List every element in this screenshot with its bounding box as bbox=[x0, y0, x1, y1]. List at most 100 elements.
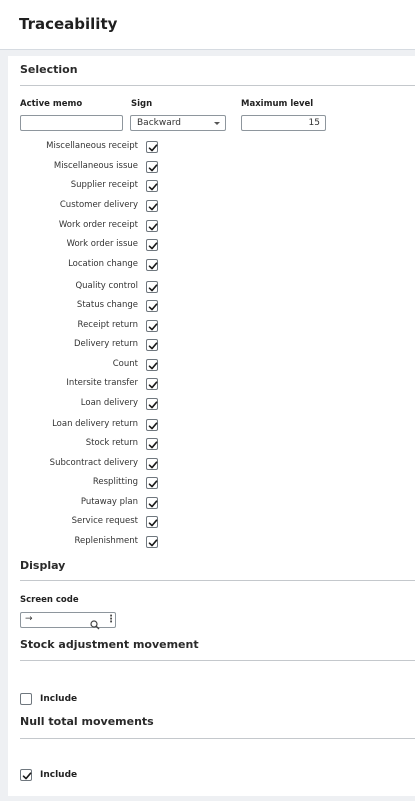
checkmark-icon bbox=[148, 164, 158, 172]
sign-label: Sign bbox=[131, 99, 153, 109]
checkmark-icon bbox=[148, 381, 158, 389]
checkbox-miscellaneous-receipt[interactable] bbox=[146, 141, 158, 153]
stock-adjustment-include-checkbox[interactable] bbox=[20, 693, 32, 705]
checkbox-label: Work order receipt bbox=[58, 220, 138, 230]
checkbox-loan-delivery-return[interactable] bbox=[146, 419, 158, 431]
checkbox-label: Supplier receipt bbox=[70, 180, 138, 190]
checkbox-row-count[interactable]: Count bbox=[8, 358, 158, 372]
checkbox-label: Customer delivery bbox=[59, 200, 138, 210]
stock-adjustment-include[interactable]: Include bbox=[20, 693, 140, 707]
checkbox-row-customer-delivery[interactable]: Customer delivery bbox=[8, 199, 158, 213]
checkbox-subcontract-delivery[interactable] bbox=[146, 458, 158, 470]
checkbox-resplitting[interactable] bbox=[146, 477, 158, 489]
checkbox-row-stock-return[interactable]: Stock return bbox=[8, 437, 158, 451]
checkbox-label: Receipt return bbox=[77, 320, 138, 330]
checkbox-label: Intersite transfer bbox=[66, 378, 138, 388]
checkbox-label: Replenishment bbox=[74, 536, 138, 546]
checkbox-service-request[interactable] bbox=[146, 516, 158, 528]
screen-code-label: Screen code bbox=[20, 595, 79, 605]
checkbox-row-work-order-issue[interactable]: Work order issue bbox=[8, 238, 158, 252]
display-section-title: Display bbox=[20, 559, 66, 572]
selection-divider bbox=[20, 85, 415, 86]
checkbox-quality-control[interactable] bbox=[146, 281, 158, 293]
checkbox-intersite-transfer[interactable] bbox=[146, 378, 158, 390]
checkmark-icon bbox=[148, 262, 158, 270]
checkbox-row-supplier-receipt[interactable]: Supplier receipt bbox=[8, 179, 158, 193]
null-total-divider bbox=[20, 738, 415, 739]
checkbox-row-loan-delivery-return[interactable]: Loan delivery return bbox=[8, 418, 158, 432]
chevron-down-icon bbox=[214, 122, 220, 125]
checkbox-customer-delivery[interactable] bbox=[146, 200, 158, 212]
checkbox-status-change[interactable] bbox=[146, 300, 158, 312]
checkmark-icon bbox=[148, 303, 158, 311]
active-memo-label: Active memo bbox=[20, 99, 83, 109]
checkbox-row-replenishment[interactable]: Replenishment bbox=[8, 535, 158, 549]
checkbox-delivery-return[interactable] bbox=[146, 339, 158, 351]
checkbox-receipt-return[interactable] bbox=[146, 320, 158, 332]
display-divider bbox=[20, 580, 415, 581]
checkbox-row-loan-delivery[interactable]: Loan delivery bbox=[8, 397, 158, 411]
checkmark-icon bbox=[148, 422, 158, 430]
checkbox-row-delivery-return[interactable]: Delivery return bbox=[8, 338, 158, 352]
null-total-include-checkbox[interactable] bbox=[20, 769, 32, 781]
checkbox-label: Quality control bbox=[75, 281, 138, 291]
checkbox-loan-delivery[interactable] bbox=[146, 398, 158, 410]
checkbox-row-miscellaneous-receipt[interactable]: Miscellaneous receipt bbox=[8, 140, 158, 154]
checkmark-icon bbox=[148, 144, 158, 152]
search-icon[interactable] bbox=[90, 615, 100, 634]
checkbox-putaway-plan[interactable] bbox=[146, 497, 158, 509]
checkbox-label: Delivery return bbox=[74, 339, 138, 349]
checkbox-label: Service request bbox=[71, 516, 138, 526]
checkbox-work-order-receipt[interactable] bbox=[146, 220, 158, 232]
maximum-level-label: Maximum level bbox=[241, 99, 314, 109]
checkbox-stock-return[interactable] bbox=[146, 438, 158, 450]
page-title: Traceability bbox=[19, 15, 118, 33]
checkmark-icon bbox=[148, 223, 158, 231]
checkmark-icon bbox=[148, 203, 158, 211]
checkbox-label: Resplitting bbox=[92, 477, 138, 487]
screen-code-input[interactable]: → ⋮ bbox=[20, 612, 116, 630]
checkbox-replenishment[interactable] bbox=[146, 536, 158, 548]
checkmark-icon bbox=[148, 342, 158, 350]
checkbox-row-service-request[interactable]: Service request bbox=[8, 515, 158, 529]
checkbox-label: Loan delivery bbox=[80, 398, 138, 408]
stock-adjustment-include-label: Include bbox=[40, 694, 78, 704]
checkbox-row-subcontract-delivery[interactable]: Subcontract delivery bbox=[8, 457, 158, 471]
page-header: Traceability bbox=[0, 0, 415, 50]
maximum-level-input[interactable]: 15 bbox=[241, 115, 326, 131]
checkbox-row-work-order-receipt[interactable]: Work order receipt bbox=[8, 219, 158, 233]
active-memo-input[interactable] bbox=[20, 115, 123, 131]
checkbox-label: Status change bbox=[76, 300, 138, 310]
checkmark-icon bbox=[148, 519, 158, 527]
checkbox-row-status-change[interactable]: Status change bbox=[8, 299, 158, 313]
checkbox-label: Loan delivery return bbox=[52, 419, 138, 429]
null-total-include-label: Include bbox=[40, 770, 78, 780]
checkbox-row-receipt-return[interactable]: Receipt return bbox=[8, 319, 158, 333]
checkbox-label: Stock return bbox=[85, 438, 138, 448]
checkbox-count[interactable] bbox=[146, 359, 158, 371]
null-total-include[interactable]: Include bbox=[20, 769, 140, 783]
checkbox-row-putaway-plan[interactable]: Putaway plan bbox=[8, 496, 158, 510]
arrow-right-icon: → bbox=[25, 614, 33, 624]
checkbox-supplier-receipt[interactable] bbox=[146, 180, 158, 192]
checkmark-icon bbox=[148, 242, 158, 250]
checkmark-icon bbox=[148, 480, 158, 488]
more-actions-icon[interactable]: ⋮ bbox=[106, 614, 116, 626]
checkbox-row-intersite-transfer[interactable]: Intersite transfer bbox=[8, 377, 158, 391]
checkbox-row-resplitting[interactable]: Resplitting bbox=[8, 476, 158, 490]
checkbox-row-location-change[interactable]: Location change bbox=[8, 258, 158, 272]
checkbox-label: Putaway plan bbox=[80, 497, 138, 507]
checkmark-icon bbox=[148, 284, 158, 292]
checkmark-icon bbox=[148, 461, 158, 469]
checkbox-miscellaneous-issue[interactable] bbox=[146, 161, 158, 173]
checkbox-label: Subcontract delivery bbox=[49, 458, 138, 468]
sign-select[interactable]: Backward bbox=[130, 115, 226, 131]
checkmark-icon bbox=[148, 323, 158, 331]
checkbox-location-change[interactable] bbox=[146, 259, 158, 271]
checkbox-row-quality-control[interactable]: Quality control bbox=[8, 280, 158, 294]
checkbox-row-miscellaneous-issue[interactable]: Miscellaneous issue bbox=[8, 160, 158, 174]
checkmark-icon bbox=[148, 441, 158, 449]
sign-select-value: Backward bbox=[137, 118, 181, 128]
checkmark-icon bbox=[148, 539, 158, 547]
checkbox-work-order-issue[interactable] bbox=[146, 239, 158, 251]
